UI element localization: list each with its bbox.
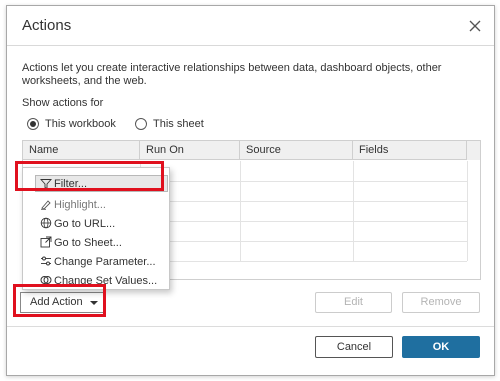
filter-icon [40,179,52,190]
menu-item-label: Highlight... [54,198,106,211]
menu-item-change-set-values[interactable]: Change Set Values... [23,271,169,290]
menu-item-change-parameter[interactable]: Change Parameter... [23,252,169,271]
column-header-name[interactable]: Name [23,141,140,160]
column-header-fields[interactable]: Fields [353,141,467,160]
chevron-down-icon [90,301,98,305]
footer-divider [7,326,494,327]
column-header-source[interactable]: Source [240,141,353,160]
cancel-button[interactable]: Cancel [315,336,393,358]
radio-selected-icon [27,118,39,130]
grid-line [240,161,241,261]
set-icon [40,276,52,284]
column-header-run-on[interactable]: Run On [140,141,240,160]
highlight-icon [41,200,51,210]
radio-this-workbook[interactable]: This workbook [27,116,116,132]
menu-item-highlight[interactable]: Highlight... [23,195,169,214]
radio-this-sheet[interactable]: This sheet [135,116,204,132]
menu-item-label: Filter... [54,177,88,190]
menu-item-go-to-sheet[interactable]: Go to Sheet... [23,233,169,252]
close-icon[interactable] [465,16,485,36]
radio-label: This sheet [153,118,204,130]
dialog-description: Actions let you create interactive relat… [22,62,442,87]
go-to-sheet-icon [40,236,52,248]
menu-item-label: Go to URL... [54,217,116,230]
grid-line [140,261,467,262]
menu-item-label: Change Set Values... [54,274,158,287]
grid-line [353,161,354,261]
grid-line [140,201,467,202]
actions-dialog: Actions Actions let you create interacti… [6,5,495,376]
header-scroll-spacer [467,141,480,160]
grid-line [140,221,467,222]
ok-button[interactable]: OK [402,336,480,358]
globe-icon [40,217,52,229]
radio-label: This workbook [45,118,116,130]
remove-button[interactable]: Remove [402,292,480,313]
grid-line [140,181,467,182]
parameter-icon [41,256,51,266]
add-action-button[interactable]: Add Action [20,292,106,313]
radio-unselected-icon [135,118,147,130]
grid-line [140,241,467,242]
menu-item-filter[interactable]: Filter... [35,175,168,192]
edit-button[interactable]: Edit [315,292,392,313]
menu-item-label: Change Parameter... [54,255,156,268]
add-action-label: Add Action [30,296,83,308]
menu-item-go-to-url[interactable]: Go to URL... [23,214,169,233]
table-header: Name Run On Source Fields [23,141,480,160]
dialog-title-bar: Actions [7,6,494,46]
dialog-title: Actions [22,17,72,34]
add-action-menu: Filter... Highlight... Go to URL... Go t… [22,167,170,290]
show-actions-for-label: Show actions for [22,97,104,109]
grid-line [467,161,468,261]
menu-item-label: Go to Sheet... [54,236,122,249]
